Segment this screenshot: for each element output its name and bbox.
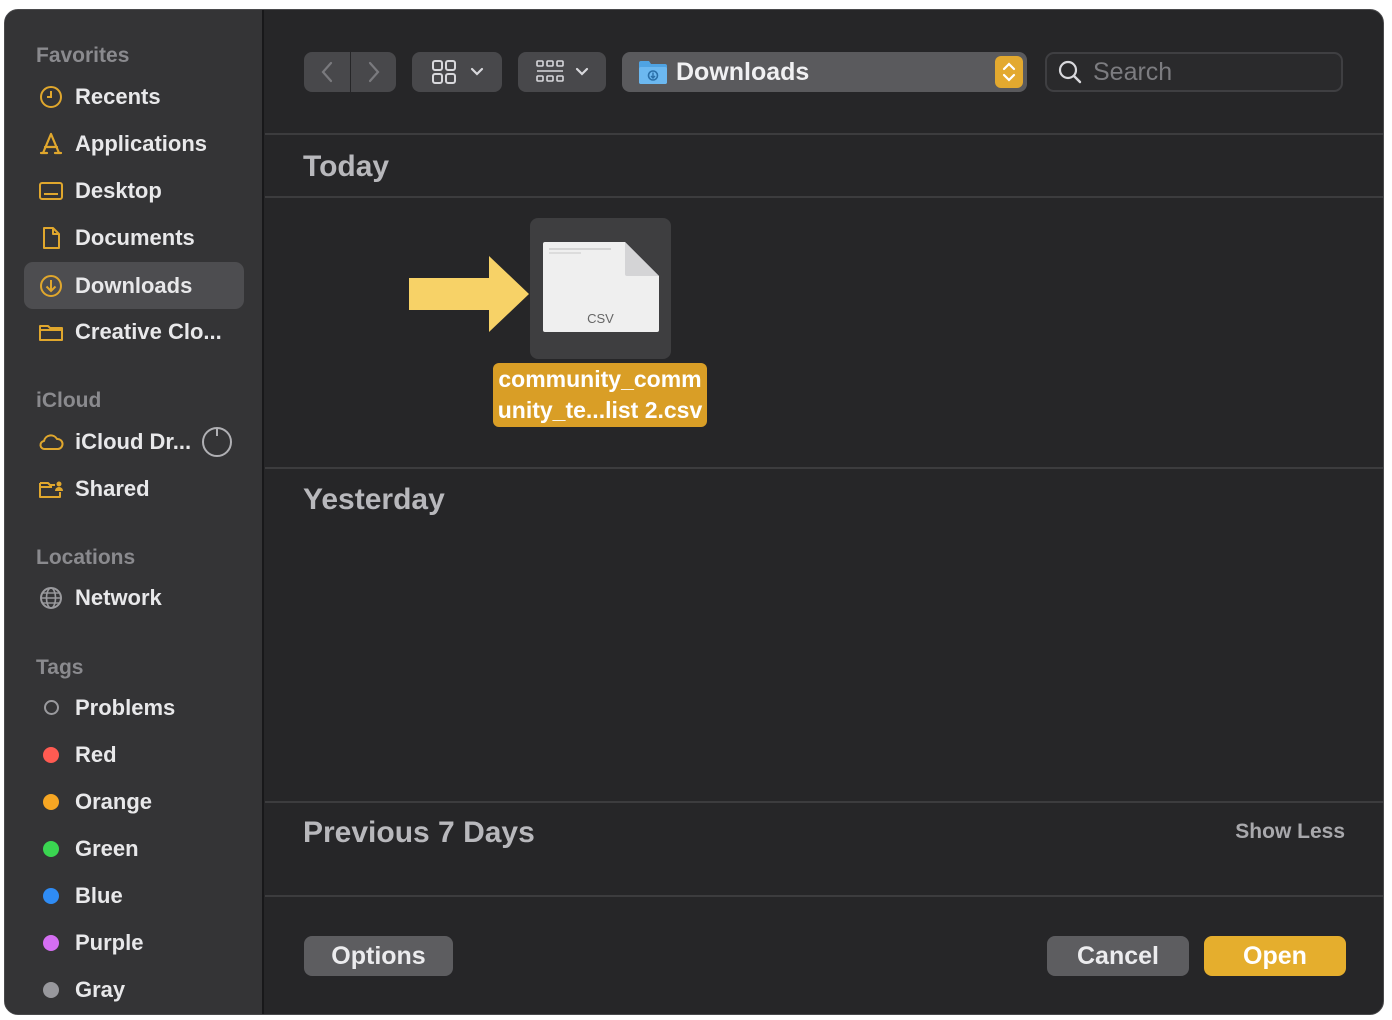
- downloads-folder-icon: [639, 61, 667, 84]
- sidebar-item-label: Downloads: [75, 272, 193, 298]
- search-input[interactable]: [1093, 57, 1323, 87]
- sync-progress-icon: [202, 426, 233, 457]
- open-file-dialog: Favorites Recents Applications Desktop D…: [4, 9, 1384, 1015]
- sidebar-item-label: Gray: [75, 976, 126, 1002]
- chevron-left-icon: [321, 61, 333, 83]
- search-icon: [1058, 60, 1082, 84]
- sidebar-item-network[interactable]: Network: [24, 574, 244, 621]
- applications-icon: [37, 130, 65, 158]
- icloud-section-label: iCloud: [36, 389, 102, 412]
- red-tag-icon: [43, 746, 59, 763]
- search-field[interactable]: [1045, 52, 1343, 92]
- divider: [265, 801, 1383, 803]
- sidebar-item-applications[interactable]: Applications: [24, 120, 244, 167]
- sidebar-tag-red[interactable]: Red: [24, 731, 244, 778]
- locations-section-label: Locations: [36, 546, 136, 569]
- view-mode-button[interactable]: [412, 52, 502, 92]
- sidebar: Favorites Recents Applications Desktop D…: [5, 10, 264, 1014]
- chevron-down-icon: [575, 67, 589, 76]
- sidebar-item-label: Network: [75, 584, 162, 610]
- file-name-line: community_comm: [498, 366, 702, 392]
- sidebar-item-label: Green: [75, 835, 139, 861]
- blue-tag-icon: [43, 887, 59, 904]
- tags-section-label: Tags: [36, 656, 84, 679]
- sidebar-tag-purple[interactable]: Purple: [24, 919, 244, 966]
- globe-icon: [37, 584, 65, 612]
- group-header-today: Today: [303, 150, 390, 183]
- sidebar-item-label: Blue: [75, 882, 123, 908]
- file-type-label: CSV: [587, 311, 614, 326]
- location-popup[interactable]: Downloads: [622, 52, 1027, 92]
- group-header-yesterday: Yesterday: [303, 483, 445, 516]
- sidebar-item-label: Red: [75, 741, 117, 767]
- shared-folder-icon: [37, 475, 65, 503]
- sidebar-tag-orange[interactable]: Orange: [24, 778, 244, 825]
- divider: [265, 467, 1383, 469]
- grid-view-icon: [432, 60, 456, 84]
- cancel-button[interactable]: Cancel: [1047, 936, 1189, 976]
- sidebar-item-label: Documents: [75, 224, 195, 250]
- green-tag-icon: [43, 840, 59, 857]
- sidebar-item-label: Orange: [75, 788, 153, 814]
- sidebar-item-label: Purple: [75, 929, 144, 955]
- clock-icon: [37, 83, 65, 111]
- sidebar-item-label: Problems: [75, 694, 176, 720]
- orange-tag-icon: [43, 793, 59, 810]
- show-less-button[interactable]: Show Less: [1235, 820, 1345, 844]
- sidebar-item-downloads[interactable]: Downloads: [24, 262, 244, 309]
- open-button[interactable]: Open: [1204, 936, 1346, 976]
- download-icon: [37, 272, 65, 300]
- group-by-button[interactable]: [518, 52, 606, 92]
- sidebar-item-label: Applications: [75, 130, 208, 156]
- bottom-divider: [265, 895, 1383, 897]
- sidebar-tag-problems[interactable]: Problems: [24, 684, 244, 731]
- chevron-right-icon: [368, 61, 379, 83]
- forward-button[interactable]: [351, 52, 396, 92]
- toolbar-divider: [265, 133, 1383, 135]
- sidebar-item-creative-cloud[interactable]: Creative Clo...: [24, 308, 244, 355]
- options-button[interactable]: Options: [304, 936, 453, 976]
- sidebar-tag-green[interactable]: Green: [24, 825, 244, 872]
- file-name-line: unity_te...list 2.csv: [497, 397, 703, 423]
- sidebar-tag-blue[interactable]: Blue: [24, 872, 244, 919]
- file-item-csv[interactable]: CSV: [530, 218, 671, 359]
- sidebar-tag-gray[interactable]: Gray: [24, 966, 244, 1013]
- document-icon: [37, 224, 65, 252]
- tag-empty-icon: [43, 700, 59, 715]
- sidebar-item-label: Creative Clo...: [75, 318, 222, 344]
- sidebar-item-recents[interactable]: Recents: [24, 73, 244, 120]
- group-header-previous-7-days: Previous 7 Days: [303, 816, 535, 849]
- sidebar-item-label: iCloud Dr...: [75, 428, 192, 454]
- gray-tag-icon: [43, 981, 59, 998]
- popup-stepper-icon: [995, 56, 1023, 88]
- arrow-indicator: [409, 256, 529, 332]
- folder-icon: [37, 318, 65, 346]
- file-name-label[interactable]: community_comm unity_te...list 2.csv: [493, 363, 707, 427]
- sidebar-item-desktop[interactable]: Desktop: [24, 167, 244, 214]
- favorites-section-label: Favorites: [36, 44, 130, 67]
- sidebar-item-icloud-drive[interactable]: iCloud Dr...: [24, 418, 244, 465]
- cloud-icon: [37, 428, 65, 456]
- sidebar-item-shared[interactable]: Shared: [24, 465, 244, 512]
- back-button[interactable]: [304, 52, 350, 92]
- purple-tag-icon: [43, 934, 59, 951]
- sidebar-item-label: Recents: [75, 83, 161, 109]
- sidebar-item-documents[interactable]: Documents: [24, 214, 244, 261]
- divider: [265, 196, 1383, 198]
- group-grid-icon: [536, 60, 564, 82]
- location-label: Downloads: [676, 57, 810, 86]
- sidebar-item-label: Shared: [75, 475, 150, 501]
- desktop-icon: [37, 177, 65, 205]
- chevron-down-icon: [470, 67, 484, 76]
- sidebar-item-label: Desktop: [75, 177, 162, 203]
